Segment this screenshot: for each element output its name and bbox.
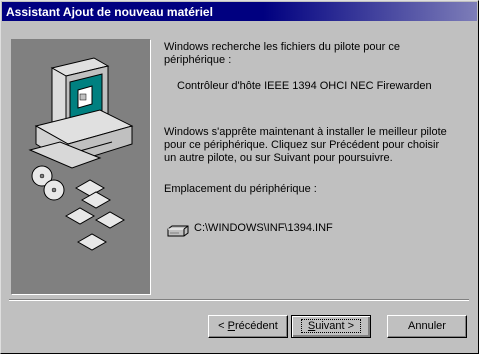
searching-text-line-2: périphérique : xyxy=(164,54,232,66)
back-button-prefix: < xyxy=(218,320,228,332)
location-path: C:\WINDOWS\INF\1394.INF xyxy=(194,222,333,234)
computer-with-discs-icon xyxy=(28,57,134,251)
cancel-button[interactable]: Annuler xyxy=(387,315,467,338)
searching-text-line-1: Windows recherche les fichiers du pilote… xyxy=(164,41,401,53)
window-title: Assistant Ajout de nouveau matériel xyxy=(6,5,213,19)
device-name: Contrôleur d'hôte IEEE 1394 OHCI NEC Fir… xyxy=(177,80,432,92)
back-button-accel: P xyxy=(227,320,235,332)
next-button-rest: uivant > xyxy=(315,320,355,332)
next-button[interactable]: Suivant > xyxy=(291,315,371,338)
next-button-focus: Suivant > xyxy=(300,319,362,333)
location-label: Emplacement du périphérique : xyxy=(164,183,317,195)
back-button[interactable]: < Précédent xyxy=(208,315,288,338)
install-text-line-2: pour ce périphérique. Cliquez sur Précéd… xyxy=(164,139,440,151)
wizard-window: Assistant Ajout de nouveau matériel Wind… xyxy=(0,0,479,354)
install-text-line-1: Windows s'apprête maintenant à installer… xyxy=(164,126,447,138)
install-text-line-3: un autre pilote, ou sur Suivant pour pou… xyxy=(164,152,393,164)
wizard-illustration xyxy=(11,39,151,295)
footer-separator xyxy=(9,299,469,301)
back-button-rest: récédent xyxy=(235,320,278,332)
drive-icon xyxy=(167,225,189,237)
title-bar[interactable]: Assistant Ajout de nouveau matériel xyxy=(2,2,477,21)
